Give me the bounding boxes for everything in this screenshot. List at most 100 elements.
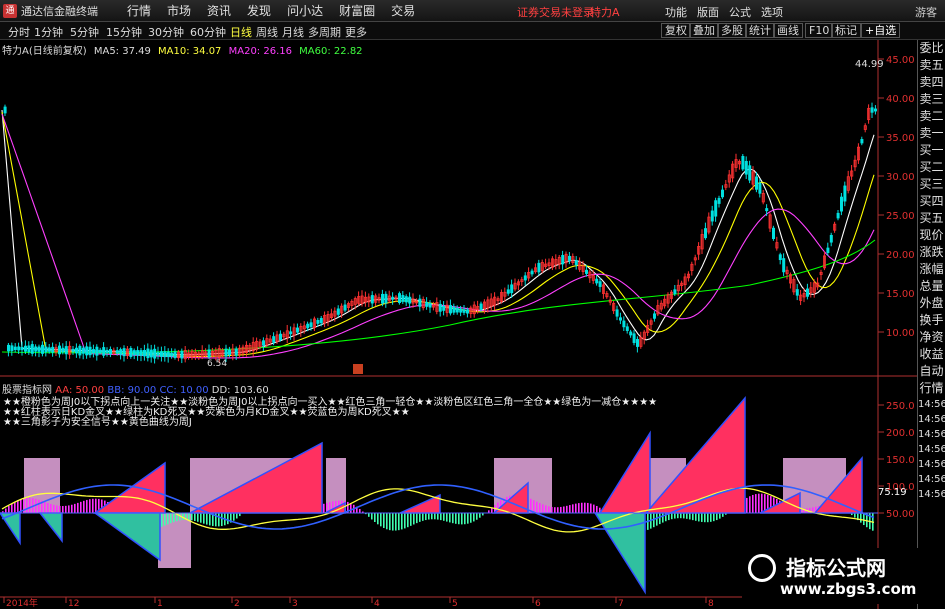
price-tick-label: 20.00 xyxy=(886,250,915,261)
candle-body xyxy=(41,344,45,354)
candle-body xyxy=(81,347,85,354)
sidebar-item[interactable]: 卖一 xyxy=(918,125,945,142)
kd-bar xyxy=(323,503,325,513)
kd-bar xyxy=(218,513,220,527)
sidebar-item[interactable]: 14:56 xyxy=(918,397,945,412)
candle-body xyxy=(163,351,167,358)
candle-body xyxy=(105,349,109,354)
sidebar-item[interactable]: 买三 xyxy=(918,176,945,193)
sidebar-item[interactable]: 收益 xyxy=(918,346,945,363)
sidebar-item[interactable]: 总量 xyxy=(918,278,945,295)
candle-body xyxy=(289,331,293,335)
candle-body xyxy=(34,346,38,352)
sidebar-item[interactable]: 净资 xyxy=(918,329,945,346)
kd-bar xyxy=(593,504,595,513)
time-tick-label: 4 xyxy=(374,599,380,609)
kd-bar xyxy=(377,513,379,525)
kd-bar xyxy=(371,513,373,520)
sidebar-item[interactable]: 委比 xyxy=(918,40,945,57)
candle-body xyxy=(295,327,299,333)
legend-line: ★★三角影子为安全信号★★黄色曲线为周J xyxy=(3,417,192,428)
sidebar-item[interactable]: 卖五 xyxy=(918,57,945,74)
kd-bar xyxy=(590,503,592,513)
sidebar-item[interactable]: 行情 xyxy=(918,380,945,397)
sidebar-item[interactable]: 14:56 xyxy=(918,472,945,487)
kd-bar xyxy=(422,513,424,521)
sidebar-item[interactable]: 买二 xyxy=(918,159,945,176)
sidebar-item[interactable]: 涨跌 xyxy=(918,244,945,261)
sidebar-item[interactable]: 14:56 xyxy=(918,487,945,502)
indicator-name: 股票指标网 xyxy=(2,385,52,396)
candle-body xyxy=(44,346,48,353)
sidebar-item[interactable]: 买五 xyxy=(918,210,945,227)
kd-bar xyxy=(563,506,565,513)
guest-label[interactable]: 游客 xyxy=(915,4,937,20)
candle-body xyxy=(523,275,527,281)
sidebar-item[interactable]: 外盘 xyxy=(918,295,945,312)
sidebar-item[interactable]: 卖三 xyxy=(918,91,945,108)
candle-body xyxy=(622,320,626,328)
sidebar-item[interactable]: 14:56 xyxy=(918,412,945,427)
kd-bar xyxy=(710,513,712,522)
candle-body xyxy=(506,289,510,294)
indicator-axis: 250.0200.0150.0100.050.00 xyxy=(878,401,915,520)
sidebar-item[interactable]: 卖二 xyxy=(918,108,945,125)
sidebar-item[interactable]: 14:56 xyxy=(918,457,945,472)
candle-body xyxy=(13,346,17,351)
candle-body xyxy=(755,176,759,190)
kd-bar xyxy=(233,513,235,521)
sidebar-item[interactable]: 14:56 xyxy=(918,442,945,457)
sidebar-item[interactable]: 换手 xyxy=(918,312,945,329)
kd-bar xyxy=(431,513,433,520)
price-tick-label: 15.00 xyxy=(886,289,915,300)
candle-body xyxy=(615,309,619,317)
candle-body xyxy=(129,348,133,357)
time-tick-label: 12 xyxy=(68,599,79,609)
kd-bar xyxy=(752,494,754,513)
event-marker-icon[interactable] xyxy=(353,364,363,374)
candle-body xyxy=(574,260,578,266)
sidebar-item[interactable]: 买一 xyxy=(918,142,945,159)
watermark-logo-icon xyxy=(748,554,776,582)
candle-body xyxy=(149,349,153,358)
price-tick-label: 30.00 xyxy=(886,172,915,183)
candle-body xyxy=(418,298,422,307)
kd-bar xyxy=(80,501,82,513)
ma-lines xyxy=(1,109,876,359)
candle-body xyxy=(748,165,752,181)
kd-bar xyxy=(191,513,193,521)
candle-body xyxy=(479,303,483,310)
candle-body xyxy=(632,333,636,343)
candle-body xyxy=(397,293,401,303)
time-tick-label: 7 xyxy=(618,599,624,609)
candle-body xyxy=(71,348,75,352)
candle-body xyxy=(452,306,456,313)
candle-body xyxy=(836,212,840,219)
candle-body xyxy=(173,351,177,358)
price-tick-label: 45.00 xyxy=(886,55,915,66)
kd-bar xyxy=(194,513,196,521)
candle-body xyxy=(829,234,833,243)
sidebar-item[interactable]: 自动 xyxy=(918,363,945,380)
kd-bar xyxy=(578,503,580,513)
sidebar-item[interactable]: 14:56 xyxy=(918,427,945,442)
candle-body xyxy=(721,189,725,198)
candle-body xyxy=(95,346,99,356)
kd-bar xyxy=(65,505,67,513)
kd-bar xyxy=(368,513,370,517)
kd-bar xyxy=(755,494,757,513)
kd-bar xyxy=(86,499,88,513)
sidebar-item[interactable]: 现价 xyxy=(918,227,945,244)
candle-body xyxy=(714,200,718,217)
sidebar-item[interactable]: 卖四 xyxy=(918,74,945,91)
candle-body xyxy=(653,313,657,319)
candle-body xyxy=(806,288,810,297)
kd-bar xyxy=(74,503,76,513)
kd-bar xyxy=(458,513,460,525)
sidebar-item[interactable]: 买四 xyxy=(918,193,945,210)
candle-body xyxy=(843,185,847,202)
signal-triangle xyxy=(92,512,161,562)
sidebar-item[interactable]: 涨幅 xyxy=(918,261,945,278)
chart-canvas[interactable]: 45.00 40.00 35.00 30.00 25.00 20.00 15.00 10.00… xyxy=(0,0,917,609)
candle-body xyxy=(455,307,459,313)
